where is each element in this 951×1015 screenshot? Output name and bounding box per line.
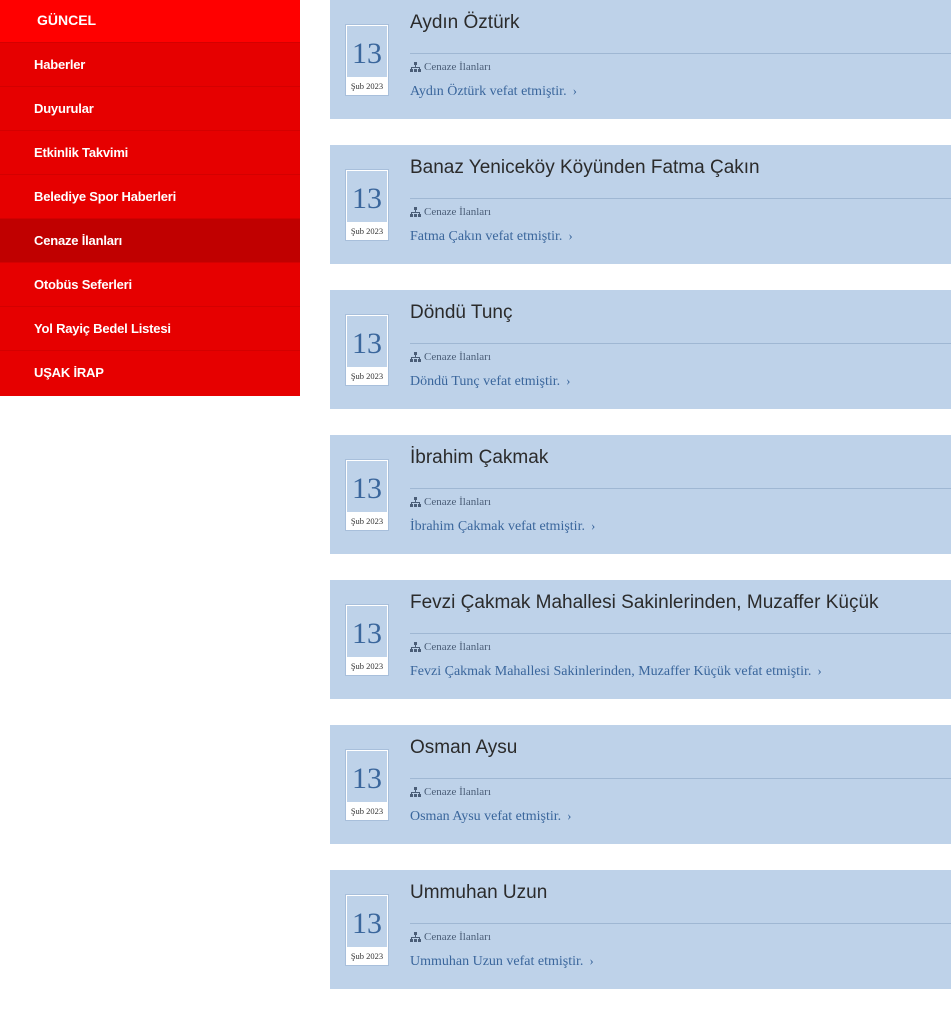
- post-summary-link[interactable]: Aydın Öztürk vefat etmiştir. ›: [410, 83, 577, 100]
- sidebar-header: GÜNCEL: [0, 0, 300, 42]
- sidebar: GÜNCEL Haberler Duyurular Etkinlik Takvi…: [0, 0, 300, 396]
- chevron-right-icon: ›: [572, 83, 577, 98]
- post-summary-text: Fevzi Çakmak Mahallesi Sakinlerinden, Mu…: [410, 664, 812, 679]
- sidebar-item-otobus-seferleri[interactable]: Otobüs Seferleri: [0, 262, 300, 306]
- post-card: 13 Şub 2023 Aydın Öztürk Cenaze İlanları…: [330, 0, 951, 119]
- sitemap-icon: [410, 62, 421, 72]
- post-list: 13 Şub 2023 Aydın Öztürk Cenaze İlanları…: [330, 0, 951, 1015]
- date-badge: 13 Şub 2023: [345, 749, 389, 821]
- post-summary-text: İbrahim Çakmak vefat etmiştir.: [410, 519, 585, 534]
- date-day: 13: [347, 26, 387, 77]
- post-card: 13 Şub 2023 Fevzi Çakmak Mahallesi Sakin…: [330, 580, 951, 699]
- post-card: 13 Şub 2023 Döndü Tunç Cenaze İlanları D…: [330, 290, 951, 409]
- divider: [410, 633, 951, 634]
- divider: [410, 488, 951, 489]
- date-month: Şub 2023: [350, 951, 384, 961]
- post-summary-link[interactable]: Döndü Tunç vefat etmiştir. ›: [410, 373, 570, 390]
- post-card: 13 Şub 2023 Osman Aysu Cenaze İlanları O…: [330, 725, 951, 844]
- post-title[interactable]: Ummuhan Uzun: [410, 882, 951, 904]
- post-title[interactable]: Fevzi Çakmak Mahallesi Sakinlerinden, Mu…: [410, 592, 951, 614]
- sidebar-item-etkinlik-takvimi[interactable]: Etkinlik Takvimi: [0, 130, 300, 174]
- chevron-right-icon: ›: [817, 663, 822, 678]
- chevron-right-icon: ›: [589, 953, 594, 968]
- date-day: 13: [347, 316, 387, 367]
- chevron-right-icon: ›: [568, 228, 573, 243]
- post-card: 13 Şub 2023 Banaz Yeniceköy Köyünden Fat…: [330, 145, 951, 264]
- post-category[interactable]: Cenaze İlanları: [410, 61, 491, 73]
- sitemap-icon: [410, 642, 421, 652]
- date-badge: 13 Şub 2023: [345, 604, 389, 676]
- post-card: 13 Şub 2023 İbrahim Çakmak Cenaze İlanla…: [330, 435, 951, 554]
- date-badge: 13 Şub 2023: [345, 894, 389, 966]
- chevron-right-icon: ›: [590, 518, 596, 533]
- post-title[interactable]: Döndü Tunç: [410, 302, 951, 324]
- post-category-label: Cenaze İlanları: [424, 351, 491, 363]
- date-month: Şub 2023: [350, 516, 384, 526]
- post-title[interactable]: Banaz Yeniceköy Köyünden Fatma Çakın: [410, 157, 951, 179]
- date-badge: 13 Şub 2023: [345, 24, 389, 96]
- post-category-label: Cenaze İlanları: [424, 786, 491, 798]
- date-day: 13: [347, 606, 387, 657]
- post-category-label: Cenaze İlanları: [424, 496, 491, 508]
- date-badge: 13 Şub 2023: [345, 169, 389, 241]
- post-category[interactable]: Cenaze İlanları: [410, 786, 491, 798]
- post-category[interactable]: Cenaze İlanları: [410, 206, 491, 218]
- post-summary-text: Osman Aysu vefat etmiştir.: [410, 809, 562, 824]
- sitemap-icon: [410, 497, 421, 507]
- post-category-label: Cenaze İlanları: [424, 641, 491, 653]
- post-summary-text: Aydın Öztürk vefat etmiştir.: [410, 84, 567, 99]
- post-title[interactable]: İbrahim Çakmak: [410, 447, 951, 469]
- date-month: Şub 2023: [350, 661, 384, 671]
- divider: [410, 778, 951, 779]
- divider: [410, 53, 951, 54]
- post-category-label: Cenaze İlanları: [424, 206, 491, 218]
- sidebar-item-duyurular[interactable]: Duyurular: [0, 86, 300, 130]
- divider: [410, 198, 951, 199]
- date-day: 13: [347, 461, 387, 512]
- sitemap-icon: [410, 932, 421, 942]
- sitemap-icon: [410, 207, 421, 217]
- date-day: 13: [347, 751, 387, 802]
- chevron-right-icon: ›: [566, 373, 571, 388]
- post-category[interactable]: Cenaze İlanları: [410, 931, 491, 943]
- date-day: 13: [347, 171, 387, 222]
- sidebar-item-haberler[interactable]: Haberler: [0, 42, 300, 86]
- chevron-right-icon: ›: [567, 808, 572, 823]
- sidebar-list: Haberler Duyurular Etkinlik Takvimi Bele…: [0, 42, 300, 394]
- divider: [410, 923, 951, 924]
- post-summary-text: Ummuhan Uzun vefat etmiştir.: [410, 954, 584, 969]
- post-category[interactable]: Cenaze İlanları: [410, 496, 491, 508]
- post-summary-link[interactable]: Osman Aysu vefat etmiştir. ›: [410, 808, 572, 825]
- sidebar-item-belediye-spor[interactable]: Belediye Spor Haberleri: [0, 174, 300, 218]
- date-badge: 13 Şub 2023: [345, 459, 389, 531]
- post-summary-link[interactable]: Fevzi Çakmak Mahallesi Sakinlerinden, Mu…: [410, 663, 822, 680]
- post-summary-text: Fatma Çakın vefat etmiştir.: [410, 229, 563, 244]
- sidebar-item-yol-rayic-bedel[interactable]: Yol Rayiç Bedel Listesi: [0, 306, 300, 350]
- post-title[interactable]: Aydın Öztürk: [410, 12, 951, 34]
- post-category-label: Cenaze İlanları: [424, 931, 491, 943]
- post-summary-text: Döndü Tunç vefat etmiştir.: [410, 374, 561, 389]
- date-month: Şub 2023: [350, 371, 384, 381]
- post-category[interactable]: Cenaze İlanları: [410, 351, 491, 363]
- date-month: Şub 2023: [350, 81, 384, 91]
- post-card: 13 Şub 2023 Ummuhan Uzun Cenaze İlanları…: [330, 870, 951, 989]
- post-category-label: Cenaze İlanları: [424, 61, 491, 73]
- sitemap-icon: [410, 352, 421, 362]
- sidebar-item-cenaze-ilanlari[interactable]: Cenaze İlanları: [0, 218, 300, 262]
- post-summary-link[interactable]: İbrahim Çakmak vefat etmiştir. ›: [410, 518, 595, 535]
- date-month: Şub 2023: [350, 226, 384, 236]
- date-day: 13: [347, 896, 387, 947]
- divider: [410, 343, 951, 344]
- post-category[interactable]: Cenaze İlanları: [410, 641, 491, 653]
- post-summary-link[interactable]: Fatma Çakın vefat etmiştir. ›: [410, 228, 573, 245]
- sitemap-icon: [410, 787, 421, 797]
- sidebar-item-usak-irap[interactable]: UŞAK İRAP: [0, 350, 300, 394]
- date-badge: 13 Şub 2023: [345, 314, 389, 386]
- post-title[interactable]: Osman Aysu: [410, 737, 951, 759]
- date-month: Şub 2023: [350, 806, 384, 816]
- post-summary-link[interactable]: Ummuhan Uzun vefat etmiştir. ›: [410, 953, 594, 970]
